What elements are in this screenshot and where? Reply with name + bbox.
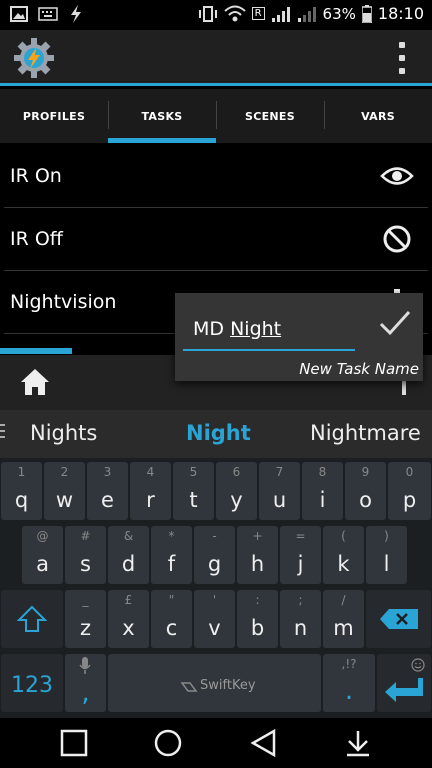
clock: 18:10 (377, 4, 424, 23)
eye-icon (380, 167, 414, 185)
gallery-icon (10, 6, 28, 22)
key-h[interactable]: + h (237, 526, 278, 584)
tab-profiles[interactable]: PROFILES (0, 89, 108, 143)
key-w[interactable]: 2w (44, 462, 85, 520)
keyboard-icon (38, 7, 58, 21)
swiftkey-label: SwiftKey (200, 678, 256, 693)
signal-2-icon (297, 6, 316, 22)
comma-key[interactable]: , (65, 654, 106, 712)
key-r[interactable]: 4r (130, 462, 171, 520)
task-name: IR On (10, 165, 62, 187)
suggestion-center[interactable]: Night (186, 421, 251, 445)
backspace-key[interactable] (366, 590, 431, 648)
recents-icon[interactable] (60, 729, 88, 757)
key-f[interactable]: * f (151, 526, 192, 584)
dialog-caption: New Task Name (299, 360, 419, 378)
numbers-key[interactable]: 123 (1, 654, 63, 712)
block-icon (383, 225, 411, 253)
key-m[interactable]: / m (323, 590, 364, 648)
suggestion-left[interactable]: Nights (30, 421, 97, 445)
tab-bar: PROFILES TASKS SCENES VARS (0, 89, 432, 143)
tab-scenes[interactable]: SCENES (216, 89, 324, 143)
key-u[interactable]: 7u (259, 462, 300, 520)
battery-percent: 63% (322, 4, 356, 23)
key-c[interactable]: " c (151, 590, 192, 648)
home-icon[interactable] (20, 368, 50, 396)
key-x[interactable]: £ x (108, 590, 149, 648)
key-n[interactable]: ; n (280, 590, 321, 648)
key-k[interactable]: (k (323, 526, 364, 584)
task-name: Nightvision (10, 291, 117, 313)
menu-icon[interactable] (0, 424, 8, 442)
flash-icon (71, 5, 81, 23)
vibrate-icon (198, 5, 217, 22)
shift-icon (17, 605, 47, 632)
signal-icon (271, 6, 290, 22)
swiftkey-logo-icon (180, 682, 198, 692)
progress-strip (0, 348, 72, 354)
task-name-dialog: MD Night New Task Name (175, 293, 423, 381)
key-a[interactable]: @ a (22, 526, 63, 584)
key-j[interactable]: = j (280, 526, 321, 584)
key-q[interactable]: 1q (1, 462, 42, 520)
tab-tasks[interactable]: TASKS (108, 89, 216, 143)
status-bar: R 63% 18:10 (0, 0, 432, 30)
keyboard: 1q 2w 3e 4r 5t 6y 7u 8i 9o 0p @ a # s & d *… (0, 458, 432, 718)
microphone-icon (79, 657, 91, 674)
shift-key[interactable] (1, 590, 63, 648)
home-nav-icon[interactable] (154, 729, 182, 757)
back-icon[interactable] (250, 729, 278, 757)
period-key[interactable]: ,!? . (323, 654, 375, 712)
key-s[interactable]: # s (65, 526, 106, 584)
key-e[interactable]: 3e (87, 462, 128, 520)
enter-icon (385, 678, 423, 702)
confirm-check-icon[interactable] (379, 309, 411, 337)
key-p[interactable]: 0p (388, 462, 431, 520)
key-i[interactable]: 8i (302, 462, 343, 520)
task-name: IR Off (10, 228, 63, 250)
nav-bar (0, 718, 432, 768)
hide-keyboard-icon[interactable] (344, 729, 372, 757)
suggestion-right[interactable]: Nightmare (310, 421, 421, 445)
key-z[interactable]: _ z (65, 590, 106, 648)
task-row[interactable]: IR Off (4, 208, 428, 271)
key-b[interactable]: :b (237, 590, 278, 648)
key-t[interactable]: 5t (173, 462, 214, 520)
enter-key[interactable] (377, 654, 431, 712)
key-g[interactable]: -g (194, 526, 235, 584)
key-d[interactable]: & d (108, 526, 149, 584)
overflow-menu-icon[interactable] (392, 42, 412, 74)
backspace-icon (380, 609, 418, 629)
tab-vars[interactable]: VARS (324, 89, 432, 143)
smiley-icon (411, 658, 425, 672)
app-bar (0, 30, 432, 86)
key-l[interactable]: ) l (366, 526, 407, 584)
key-y[interactable]: 6y (216, 462, 257, 520)
suggestion-bar: Nights Night Nightmare (0, 410, 432, 458)
wifi-icon (223, 5, 246, 21)
task-row[interactable]: IR On (4, 145, 428, 208)
space-key[interactable]: SwiftKey (108, 654, 321, 712)
network-label: R (251, 7, 265, 20)
key-v[interactable]: ' v (194, 590, 235, 648)
task-name-input[interactable]: MD Night (183, 309, 355, 351)
key-o[interactable]: 9o (345, 462, 386, 520)
battery-icon (361, 4, 372, 23)
tasker-logo-icon[interactable] (14, 38, 54, 78)
